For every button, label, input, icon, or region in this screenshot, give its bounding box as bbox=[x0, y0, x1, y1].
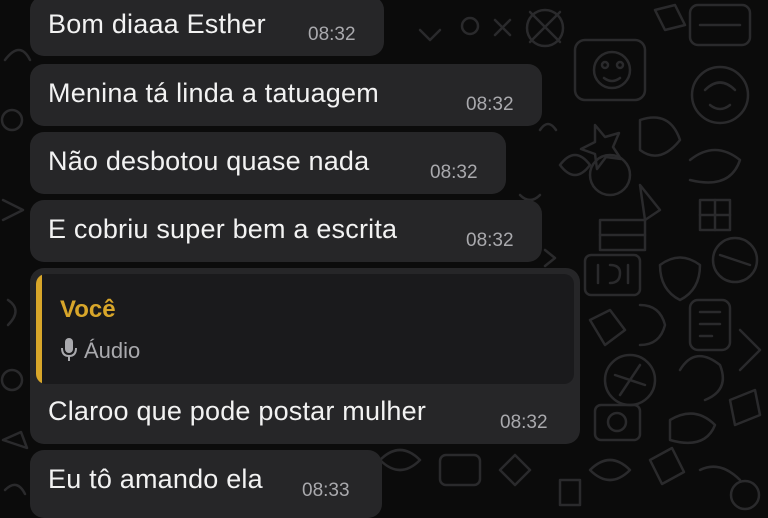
message-timestamp: 08:32 bbox=[466, 94, 514, 115]
message-text: Menina tá linda a tatuagem bbox=[48, 78, 379, 108]
quote-accent-bar bbox=[36, 274, 42, 384]
message-bubble[interactable]: Menina tá linda a tatuagem 08:32 bbox=[30, 64, 542, 126]
message-text: Claroo que pode postar mulher bbox=[48, 396, 427, 426]
quoted-message-type: Áudio bbox=[84, 338, 141, 363]
quoted-message[interactable]: Você Áudio bbox=[36, 274, 574, 384]
message-text: E cobriu super bem a escrita bbox=[48, 214, 398, 244]
message-text: Eu tô amando ela bbox=[48, 464, 263, 494]
reply-message-bubble[interactable]: Você Áudio Claroo que pode postar mulher… bbox=[30, 268, 580, 444]
message-text: Bom diaaa Esther bbox=[48, 9, 266, 39]
message-bubble[interactable]: E cobriu super bem a escrita 08:32 bbox=[30, 200, 542, 262]
quoted-author: Você bbox=[60, 296, 116, 323]
message-timestamp: 08:32 bbox=[466, 230, 514, 251]
message-text: Não desbotou quase nada bbox=[48, 146, 370, 176]
microphone-icon bbox=[61, 338, 77, 361]
message-timestamp: 08:32 bbox=[430, 162, 478, 183]
message-bubble[interactable]: Bom diaaa Esther 08:32 bbox=[30, 0, 384, 56]
message-timestamp: 08:32 bbox=[308, 24, 356, 45]
message-bubble[interactable]: Não desbotou quase nada 08:32 bbox=[30, 132, 506, 194]
message-timestamp: 08:32 bbox=[500, 412, 548, 433]
chat-message-list[interactable]: Bom diaaa Esther 08:32 Menina tá linda a… bbox=[0, 0, 768, 518]
message-timestamp: 08:33 bbox=[302, 480, 350, 501]
message-bubble[interactable]: Eu tô amando ela 08:33 bbox=[30, 450, 382, 518]
